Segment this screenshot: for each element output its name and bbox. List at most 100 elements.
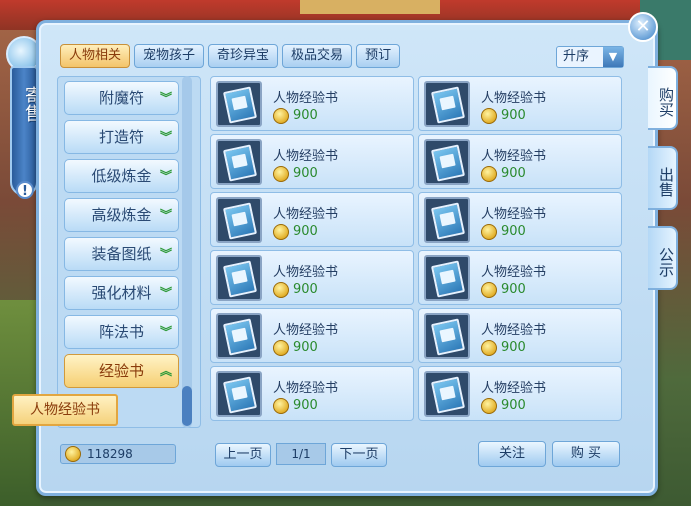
goods-name: 人物经验书 xyxy=(273,381,339,396)
gold-coin-icon xyxy=(273,166,289,182)
gold-balance-value: 118298 xyxy=(87,447,133,461)
scrollbar-thumb[interactable] xyxy=(182,386,192,426)
side-tab-buy[interactable]: 购买 xyxy=(648,66,678,130)
goods-name: 人物经验书 xyxy=(481,207,547,222)
goods-price: 900 xyxy=(501,224,526,239)
goods-name: 人物经验书 xyxy=(273,323,339,338)
gold-coin-icon xyxy=(481,108,497,124)
list-item-enchant-talisman[interactable]: 附魔符 ︾ xyxy=(64,81,179,115)
goods-name: 人物经验书 xyxy=(273,207,339,222)
list-item-low-alchemy[interactable]: 低级炼金 ︾ xyxy=(64,159,179,193)
expand-arrow-icon: ︾ xyxy=(159,247,172,261)
goods-item[interactable]: 人物经验书 900 xyxy=(418,250,622,305)
goods-item[interactable]: 人物经验书 900 xyxy=(210,250,414,305)
tab-reserve[interactable]: 预订 xyxy=(356,44,401,68)
goods-price: 900 xyxy=(501,282,526,297)
info-icon[interactable]: ! xyxy=(16,181,34,199)
tab-premium-trade[interactable]: 极品交易 xyxy=(282,44,353,68)
goods-price: 900 xyxy=(501,166,526,181)
goods-name: 人物经验书 xyxy=(481,91,547,106)
exp-book-icon xyxy=(216,255,262,301)
category-tabs: 人物相关 宠物孩子 奇珍异宝 极品交易 预订 xyxy=(60,44,401,68)
gold-coin-icon xyxy=(273,398,289,414)
goods-item[interactable]: 人物经验书 900 xyxy=(210,308,414,363)
goods-name: 人物经验书 xyxy=(481,149,547,164)
gold-coin-icon xyxy=(273,224,289,240)
gold-coin-icon xyxy=(481,340,497,356)
list-item-forge-talisman[interactable]: 打造符 ︾ xyxy=(64,120,179,154)
exp-book-icon xyxy=(424,313,470,359)
sort-value: 升序 xyxy=(563,49,590,64)
exp-book-icon xyxy=(424,255,470,301)
exp-book-icon xyxy=(424,371,470,417)
exp-book-icon xyxy=(216,371,262,417)
gold-coin-icon xyxy=(273,108,289,124)
gold-coin-icon xyxy=(481,166,497,182)
goods-item[interactable]: 人物经验书 900 xyxy=(418,192,622,247)
subcategory-list: 附魔符 ︾ 打造符 ︾ 低级炼金 ︾ 高级炼金 ︾ 装备图纸 ︾ 强化材料 ︾ … xyxy=(57,76,201,428)
gold-coin-icon xyxy=(273,340,289,356)
expand-arrow-icon: ︾ xyxy=(159,208,172,222)
next-page-button[interactable]: 下一页 xyxy=(331,443,387,467)
page-indicator: 1/1 xyxy=(276,443,326,465)
goods-item[interactable]: 人物经验书 900 xyxy=(418,308,622,363)
tab-treasure[interactable]: 奇珍异宝 xyxy=(208,44,279,68)
side-tab-publicity[interactable]: 公示 xyxy=(648,226,678,290)
chevron-down-icon[interactable]: ▼ xyxy=(603,47,623,67)
goods-price: 900 xyxy=(501,108,526,123)
buy-button[interactable]: 购 买 xyxy=(552,441,620,467)
list-item-exp-book[interactable]: 经验书 ︽ xyxy=(64,354,179,388)
goods-item[interactable]: 人物经验书 900 xyxy=(418,134,622,189)
list-item-label: 阵法书 xyxy=(98,323,144,341)
exp-book-icon xyxy=(216,139,262,185)
list-item-label: 经验书 xyxy=(98,362,144,380)
goods-price: 900 xyxy=(293,166,318,181)
goods-price: 900 xyxy=(293,398,318,413)
goods-item[interactable]: 人物经验书 900 xyxy=(210,76,414,131)
list-item-label: 打造符 xyxy=(98,128,144,146)
exp-book-icon xyxy=(216,81,262,127)
goods-price: 900 xyxy=(293,282,318,297)
sub-item-character-exp-book[interactable]: 人物经验书 xyxy=(12,394,118,426)
goods-name: 人物经验书 xyxy=(273,149,339,164)
tab-pet-child[interactable]: 宠物孩子 xyxy=(134,44,205,68)
list-item-label: 装备图纸 xyxy=(91,245,152,263)
goods-name: 人物经验书 xyxy=(481,323,547,338)
list-item-formation-book[interactable]: 阵法书 ︾ xyxy=(64,315,179,349)
goods-name: 人物经验书 xyxy=(481,265,547,280)
list-item-enhance-material[interactable]: 强化材料 ︾ xyxy=(64,276,179,310)
goods-grid: 人物经验书 900 人物经验书 900 人物经验书 900 人物经验书 900 … xyxy=(210,76,624,430)
exp-book-icon xyxy=(216,313,262,359)
goods-name: 人物经验书 xyxy=(481,381,547,396)
list-item-high-alchemy[interactable]: 高级炼金 ︾ xyxy=(64,198,179,232)
gold-coin-icon xyxy=(65,446,81,462)
goods-price: 900 xyxy=(293,340,318,355)
follow-button[interactable]: 关注 xyxy=(478,441,546,467)
list-item-equip-blueprint[interactable]: 装备图纸 ︾ xyxy=(64,237,179,271)
exp-book-icon xyxy=(424,139,470,185)
goods-price: 900 xyxy=(293,224,318,239)
tab-character[interactable]: 人物相关 xyxy=(60,44,131,68)
exp-book-icon xyxy=(216,197,262,243)
goods-item[interactable]: 人物经验书 900 xyxy=(210,134,414,189)
goods-item[interactable]: 人物经验书 900 xyxy=(418,366,622,421)
side-tab-sell[interactable]: 出售 xyxy=(648,146,678,210)
goods-item[interactable]: 人物经验书 900 xyxy=(210,192,414,247)
category-scrollbar[interactable] xyxy=(182,76,192,428)
goods-item[interactable]: 人物经验书 900 xyxy=(210,366,414,421)
goods-name: 人物经验书 xyxy=(273,265,339,280)
exp-book-icon xyxy=(424,81,470,127)
goods-item[interactable]: 人物经验书 900 xyxy=(418,76,622,131)
list-item-label: 附魔符 xyxy=(98,89,144,107)
sort-dropdown[interactable]: 升序 ▼ xyxy=(556,46,624,68)
collapse-arrow-icon: ︽ xyxy=(159,364,172,378)
gold-coin-icon xyxy=(481,282,497,298)
gold-coin-icon xyxy=(481,398,497,414)
prev-page-button[interactable]: 上一页 xyxy=(215,443,271,467)
gold-balance: 118298 xyxy=(60,444,176,464)
expand-arrow-icon: ︾ xyxy=(159,286,172,300)
exp-book-icon xyxy=(424,197,470,243)
close-button[interactable]: ✕ xyxy=(628,12,658,42)
expand-arrow-icon: ︾ xyxy=(159,325,172,339)
list-item-label: 低级炼金 xyxy=(91,167,152,185)
